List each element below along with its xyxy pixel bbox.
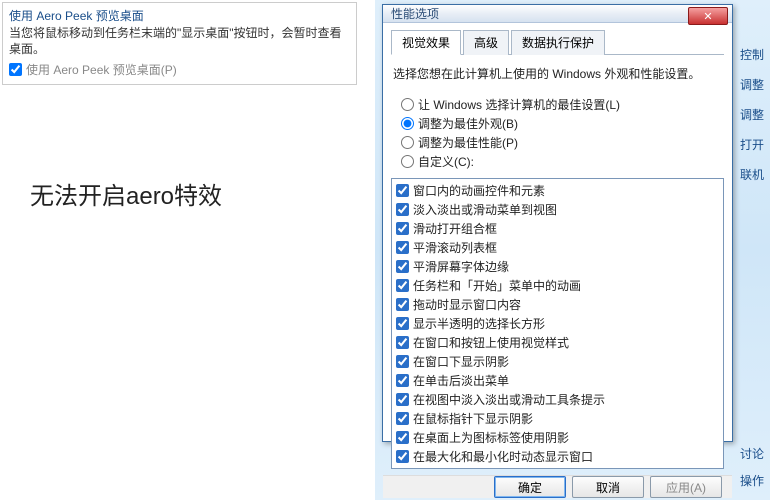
option-label-0: 窗口内的动画控件和元素 [413,182,545,199]
option-checkbox-11[interactable] [396,393,409,406]
option-checkbox-13[interactable] [396,431,409,444]
caption-text: 无法开启aero特效 [30,176,222,211]
option-label-2: 滑动打开组合框 [413,220,497,237]
option-row-8[interactable]: 在窗口和按钮上使用视觉样式 [394,333,721,352]
option-row-9[interactable]: 在窗口下显示阴影 [394,352,721,371]
side-bottom-link-0[interactable]: 讨论 [740,441,764,467]
option-row-4[interactable]: 平滑屏幕字体边缘 [394,257,721,276]
option-checkbox-10[interactable] [396,374,409,387]
option-label-5: 任务栏和「开始」菜单中的动画 [413,277,581,294]
close-button[interactable]: ✕ [688,7,728,25]
option-row-3[interactable]: 平滑滚动列表框 [394,238,721,257]
option-checkbox-3[interactable] [396,241,409,254]
option-label-11: 在视图中淡入淡出或滑动工具条提示 [413,391,605,408]
radio-2[interactable] [401,136,414,149]
panel-title: 使用 Aero Peek 预览桌面 [9,7,350,24]
dialog-title-text: 性能选项 [391,5,439,22]
option-label-12: 在鼠标指针下显示阴影 [413,410,533,427]
dialog-titlebar: 性能选项 ✕ [383,5,732,23]
side-link-0[interactable]: 控制 [740,40,764,70]
option-checkbox-0[interactable] [396,184,409,197]
aero-peek-panel: 使用 Aero Peek 预览桌面 当您将鼠标移动到任务栏末端的"显示桌面"按钮… [2,2,357,85]
option-checkbox-7[interactable] [396,317,409,330]
side-link-4[interactable]: 联机 [740,160,764,190]
tab-1[interactable]: 高级 [463,30,509,55]
tab-bar: 视觉效果高级数据执行保护 [391,29,724,55]
option-checkbox-14[interactable] [396,450,409,463]
radio-label-3: 自定义(C): [418,153,474,170]
option-checkbox-6[interactable] [396,298,409,311]
option-row-2[interactable]: 滑动打开组合框 [394,219,721,238]
tab-2[interactable]: 数据执行保护 [511,30,605,55]
radio-row-3[interactable]: 自定义(C): [401,153,720,170]
radio-row-0[interactable]: 让 Windows 选择计算机的最佳设置(L) [401,96,720,113]
radio-label-2: 调整为最佳性能(P) [418,134,518,151]
option-label-9: 在窗口下显示阴影 [413,353,509,370]
option-label-8: 在窗口和按钮上使用视觉样式 [413,334,569,351]
close-icon: ✕ [703,10,712,23]
option-checkbox-2[interactable] [396,222,409,235]
option-row-0[interactable]: 窗口内的动画控件和元素 [394,181,721,200]
option-row-11[interactable]: 在视图中淡入淡出或滑动工具条提示 [394,390,721,409]
option-checkbox-5[interactable] [396,279,409,292]
dialog-button-row: 确定 取消 应用(A) [383,475,732,498]
option-label-1: 淡入淡出或滑动菜单到视图 [413,201,557,218]
option-label-14: 在最大化和最小化时动态显示窗口 [413,448,593,465]
option-row-6[interactable]: 拖动时显示窗口内容 [394,295,721,314]
side-bottom-link-1[interactable]: 操作 [740,468,764,494]
side-link-2[interactable]: 调整 [740,100,764,130]
tab-0[interactable]: 视觉效果 [391,30,461,55]
aero-peek-checkbox[interactable] [9,63,22,76]
side-link-3[interactable]: 打开 [740,130,764,160]
radio-1[interactable] [401,117,414,130]
option-row-7[interactable]: 显示半透明的选择长方形 [394,314,721,333]
option-row-12[interactable]: 在鼠标指针下显示阴影 [394,409,721,428]
option-label-10: 在单击后淡出菜单 [413,372,509,389]
option-checkbox-9[interactable] [396,355,409,368]
option-checkbox-1[interactable] [396,203,409,216]
option-label-4: 平滑屏幕字体边缘 [413,258,509,275]
option-checkbox-8[interactable] [396,336,409,349]
radio-label-1: 调整为最佳外观(B) [418,115,518,132]
radio-0[interactable] [401,98,414,111]
apply-button[interactable]: 应用(A) [650,476,722,498]
instruction-text: 选择您想在此计算机上使用的 Windows 外观和性能设置。 [393,65,722,82]
radio-row-2[interactable]: 调整为最佳性能(P) [401,134,720,151]
option-row-5[interactable]: 任务栏和「开始」菜单中的动画 [394,276,721,295]
cancel-button[interactable]: 取消 [572,476,644,498]
performance-options-dialog: 性能选项 ✕ 视觉效果高级数据执行保护 选择您想在此计算机上使用的 Window… [382,4,733,442]
aero-peek-checkbox-row[interactable]: 使用 Aero Peek 预览桌面(P) [9,61,350,78]
radio-group: 让 Windows 选择计算机的最佳设置(L) 调整为最佳外观(B) 调整为最佳性能… [401,94,720,172]
option-label-6: 拖动时显示窗口内容 [413,296,521,313]
radio-3[interactable] [401,155,414,168]
side-links: 控制调整调整打开联机 [740,40,764,190]
options-list[interactable]: 窗口内的动画控件和元素淡入淡出或滑动菜单到视图滑动打开组合框平滑滚动列表框平滑屏… [391,178,724,469]
option-label-13: 在桌面上为图标标签使用阴影 [413,429,569,446]
option-label-7: 显示半透明的选择长方形 [413,315,545,332]
aero-peek-checkbox-label: 使用 Aero Peek 预览桌面(P) [26,61,177,78]
option-checkbox-12[interactable] [396,412,409,425]
option-row-1[interactable]: 淡入淡出或滑动菜单到视图 [394,200,721,219]
radio-label-0: 让 Windows 选择计算机的最佳设置(L) [418,96,620,113]
option-row-10[interactable]: 在单击后淡出菜单 [394,371,721,390]
side-link-1[interactable]: 调整 [740,70,764,100]
option-row-13[interactable]: 在桌面上为图标标签使用阴影 [394,428,721,447]
option-label-3: 平滑滚动列表框 [413,239,497,256]
panel-desc: 当您将鼠标移动到任务栏末端的"显示桌面"按钮时，会暂时查看桌面。 [9,26,350,57]
dialog-body: 视觉效果高级数据执行保护 选择您想在此计算机上使用的 Windows 外观和性能… [383,23,732,475]
option-checkbox-4[interactable] [396,260,409,273]
ok-button[interactable]: 确定 [494,476,566,498]
side-bottom-links: 讨论操作 [740,441,764,494]
radio-row-1[interactable]: 调整为最佳外观(B) [401,115,720,132]
option-row-14[interactable]: 在最大化和最小化时动态显示窗口 [394,447,721,466]
